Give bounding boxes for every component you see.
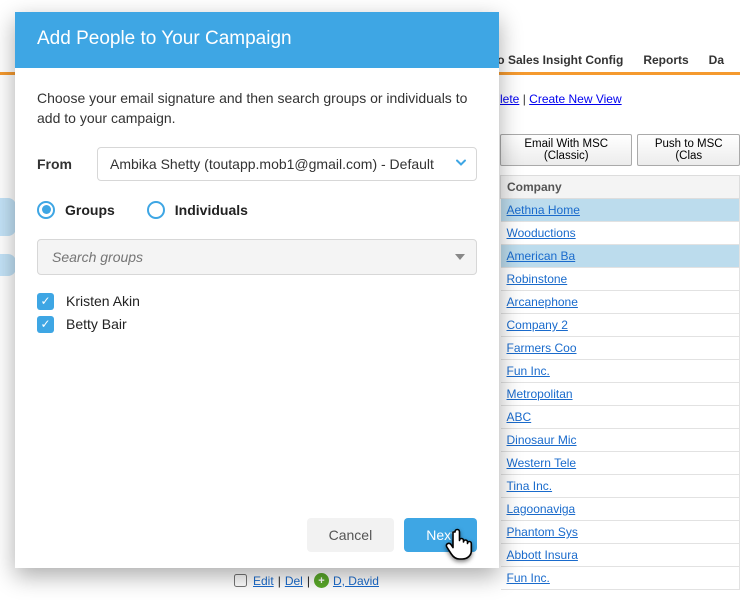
company-link[interactable]: Dinosaur Mic xyxy=(507,433,577,447)
radio-individuals-label: Individuals xyxy=(175,202,248,218)
company-link[interactable]: Aethna Home xyxy=(507,203,580,217)
nav-reports[interactable]: Reports xyxy=(633,53,698,67)
table-row[interactable]: Arcanephone xyxy=(501,291,740,314)
modal-description: Choose your email signature and then sea… xyxy=(37,88,477,129)
cancel-button[interactable]: Cancel xyxy=(307,518,395,552)
pipe: | xyxy=(307,574,310,588)
modal-body: Choose your email signature and then sea… xyxy=(15,68,499,502)
sep: | xyxy=(519,92,529,106)
selected-people-list: ✓ Kristen Akin ✓ Betty Bair xyxy=(37,293,477,333)
search-groups-input[interactable] xyxy=(37,239,477,275)
bg-action-buttons: Email With MSC (Classic) Push to MSC (Cl… xyxy=(500,134,740,166)
from-row: From Ambika Shetty (toutapp.mob1@gmail.c… xyxy=(37,147,477,181)
person-row[interactable]: ✓ Kristen Akin xyxy=(37,293,477,310)
company-link[interactable]: Wooductions xyxy=(507,226,576,240)
plus-icon[interactable]: + xyxy=(314,573,329,588)
caret-down-icon xyxy=(455,254,465,260)
company-link[interactable]: Tina Inc. xyxy=(507,479,553,493)
company-link[interactable]: Metropolitan xyxy=(507,387,573,401)
edit-link[interactable]: Edit xyxy=(253,574,274,588)
company-link[interactable]: Farmers Coo xyxy=(507,341,577,355)
person-row[interactable]: ✓ Betty Bair xyxy=(37,316,477,333)
table-row[interactable]: Dinosaur Mic xyxy=(501,429,740,452)
company-link[interactable]: American Ba xyxy=(507,249,576,263)
radio-icon xyxy=(37,201,55,219)
from-label: From xyxy=(37,156,79,172)
company-link[interactable]: Arcanephone xyxy=(507,295,578,309)
company-link[interactable]: Western Tele xyxy=(507,456,577,470)
company-link[interactable]: Fun Inc. xyxy=(507,571,550,585)
table-row[interactable]: Metropolitan xyxy=(501,383,740,406)
add-people-modal: Add People to Your Campaign Choose your … xyxy=(15,12,499,568)
company-link[interactable]: Lagoonaviga xyxy=(507,502,576,516)
link-delete[interactable]: lete xyxy=(500,92,519,106)
bg-left-accent xyxy=(0,198,16,236)
radio-icon xyxy=(147,201,165,219)
radio-groups-label: Groups xyxy=(65,202,115,218)
bg-edit-row: Edit | Del | + D, David xyxy=(234,573,379,588)
checkbox-icon[interactable]: ✓ xyxy=(37,316,54,333)
table-row[interactable]: American Ba xyxy=(501,245,740,268)
bg-view-links: lete | Create New View xyxy=(500,92,622,106)
table-row[interactable]: Aethna Home xyxy=(501,199,740,222)
table-row[interactable]: ABC xyxy=(501,406,740,429)
table-row[interactable]: Western Tele xyxy=(501,452,740,475)
table-row[interactable]: Wooductions xyxy=(501,222,740,245)
del-link[interactable]: Del xyxy=(285,574,303,588)
company-link[interactable]: ABC xyxy=(507,410,532,424)
radio-groups[interactable]: Groups xyxy=(37,201,115,219)
nav-da[interactable]: Da xyxy=(699,53,734,67)
company-link[interactable]: Robinstone xyxy=(507,272,568,286)
companies-header[interactable]: Company xyxy=(501,176,740,199)
companies-table: Company Aethna Home Wooductions American B… xyxy=(500,175,740,590)
table-row[interactable]: Farmers Coo xyxy=(501,337,740,360)
chevron-down-icon xyxy=(455,156,467,171)
nav-sales-insight[interactable]: to Sales Insight Config xyxy=(483,53,633,67)
table-row[interactable]: Robinstone xyxy=(501,268,740,291)
checkbox-icon[interactable]: ✓ xyxy=(37,293,54,310)
company-link[interactable]: Abbott Insura xyxy=(507,548,578,562)
radio-individuals[interactable]: Individuals xyxy=(147,201,248,219)
email-with-msc-button[interactable]: Email With MSC (Classic) xyxy=(500,134,632,166)
person-name: Betty Bair xyxy=(66,316,127,332)
bg-left-accent xyxy=(0,254,16,276)
person-name: Kristen Akin xyxy=(66,293,140,309)
table-row[interactable]: Lagoonaviga xyxy=(501,498,740,521)
row-name-link[interactable]: D, David xyxy=(333,574,379,588)
table-row[interactable]: Abbott Insura xyxy=(501,544,740,567)
from-select-value[interactable]: Ambika Shetty (toutapp.mob1@gmail.com) -… xyxy=(97,147,477,181)
from-select[interactable]: Ambika Shetty (toutapp.mob1@gmail.com) -… xyxy=(97,147,477,181)
table-row[interactable]: Fun Inc. xyxy=(501,567,740,590)
search-groups-field[interactable] xyxy=(37,239,477,275)
modal-footer: Cancel Next xyxy=(15,502,499,568)
modal-title: Add People to Your Campaign xyxy=(15,12,499,68)
table-row[interactable]: Fun Inc. xyxy=(501,360,740,383)
push-to-msc-button[interactable]: Push to MSC (Clas xyxy=(637,134,740,166)
table-row[interactable]: Phantom Sys xyxy=(501,521,740,544)
company-link[interactable]: Phantom Sys xyxy=(507,525,578,539)
next-button[interactable]: Next xyxy=(404,518,477,552)
table-row[interactable]: Company 2 xyxy=(501,314,740,337)
table-row[interactable]: Tina Inc. xyxy=(501,475,740,498)
row-checkbox[interactable] xyxy=(234,574,247,587)
sep: | xyxy=(278,574,281,588)
company-link[interactable]: Fun Inc. xyxy=(507,364,550,378)
company-link[interactable]: Company 2 xyxy=(507,318,568,332)
link-create-view[interactable]: Create New View xyxy=(529,92,621,106)
audience-radio-group: Groups Individuals xyxy=(37,201,477,219)
